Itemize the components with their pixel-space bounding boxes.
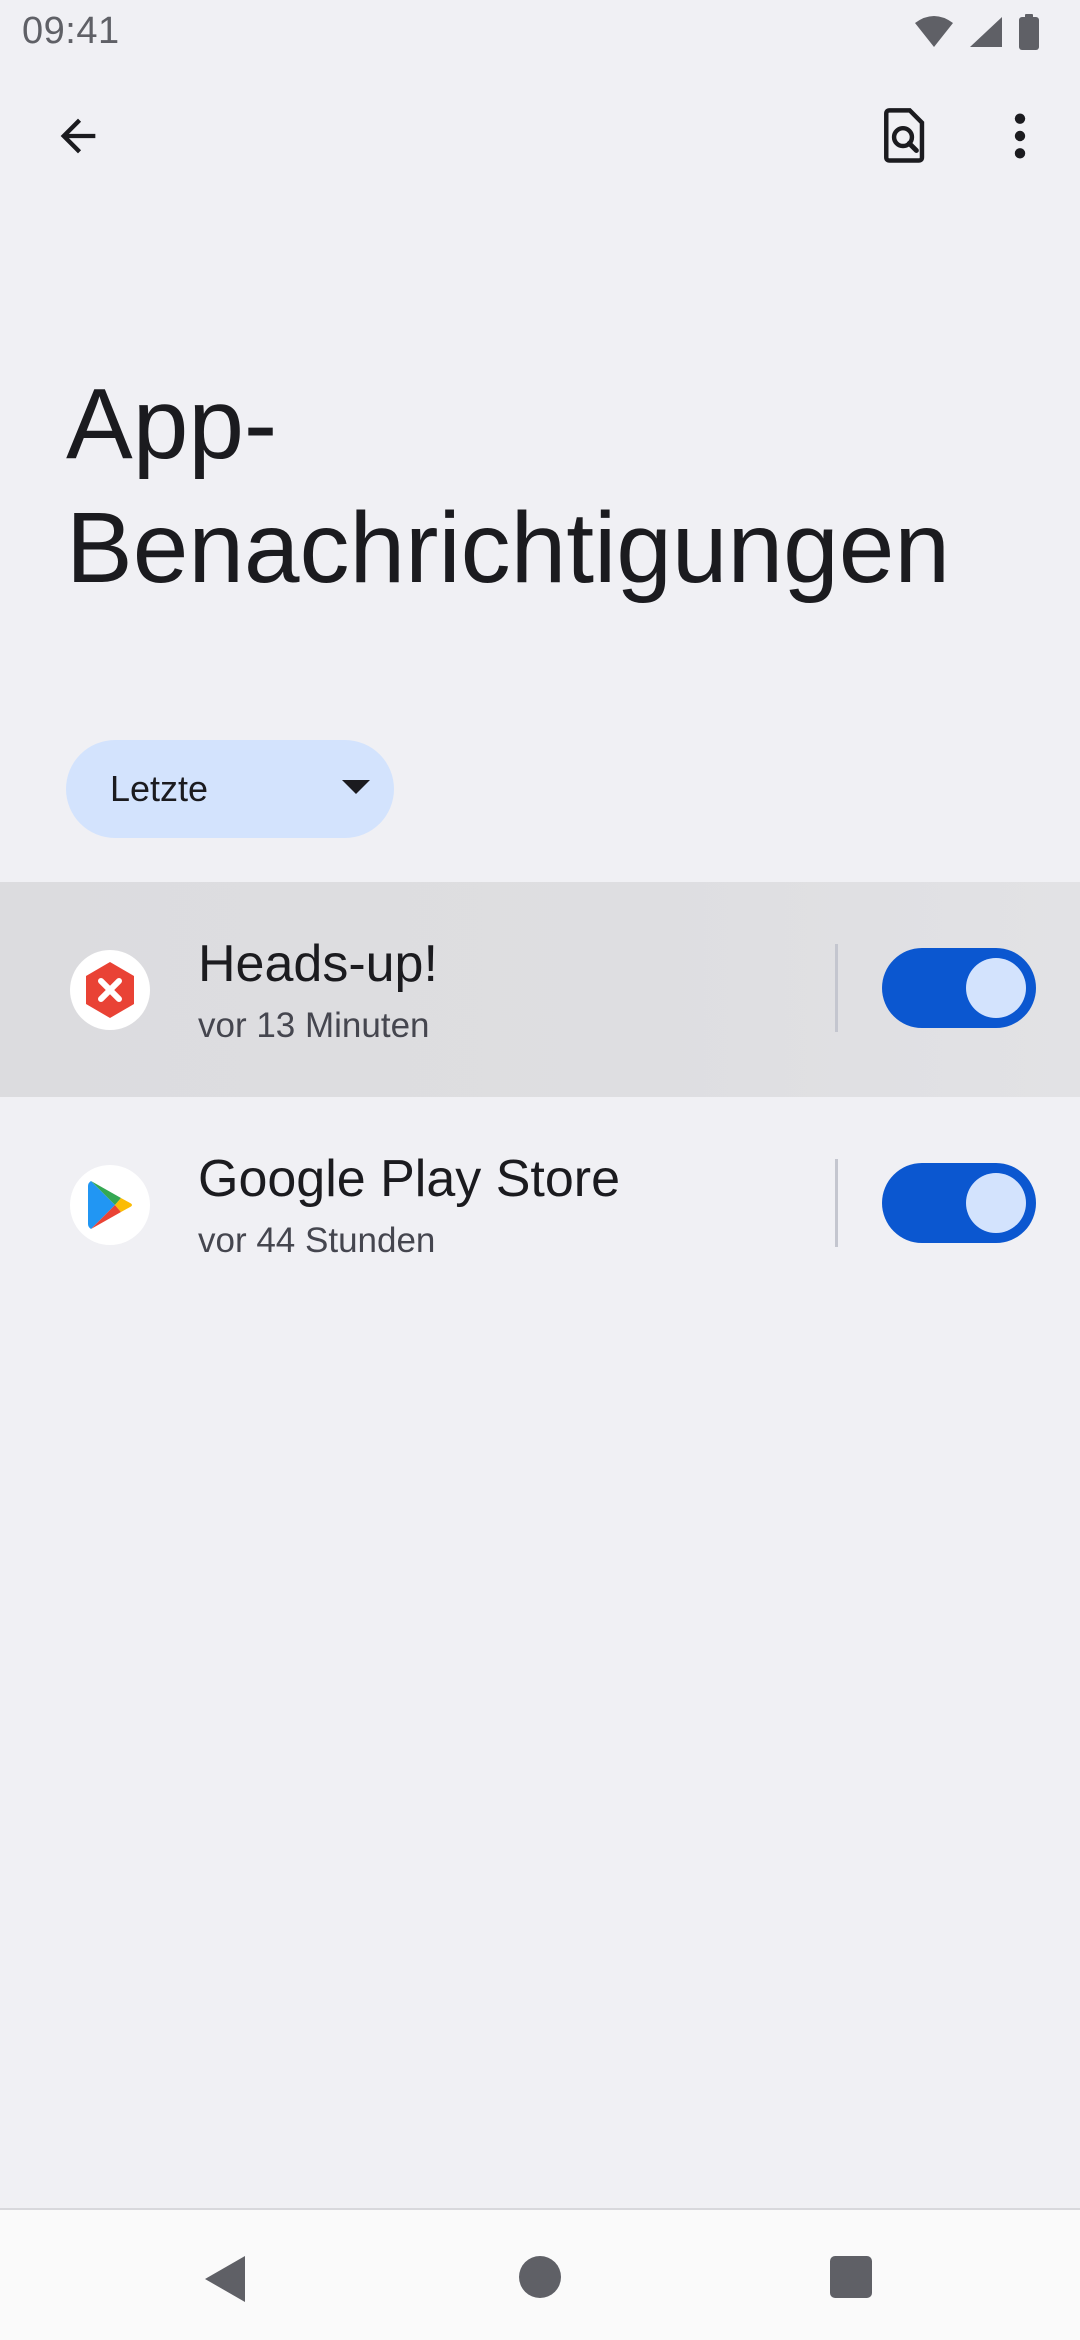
app-name: Heads-up! [198,935,438,993]
wifi-icon [914,15,954,54]
cellular-signal-icon [968,15,1004,54]
dropdown-caret-icon [342,780,370,794]
navigation-bar [0,2208,1080,2340]
filter-dropdown[interactable]: Letzte [66,740,394,838]
nav-recents-icon[interactable] [830,2256,872,2298]
row-divider [835,944,838,1032]
screen: 09:41 App-Benachrichtigungen Letzte Head… [0,0,1080,2340]
more-button[interactable] [972,90,1068,186]
arrow-back-icon [52,110,104,167]
notification-toggle-heads-up[interactable] [882,948,1036,1028]
app-bar [0,90,1080,195]
status-bar: 09:41 [0,0,1080,66]
nav-back-icon[interactable] [205,2256,245,2302]
row-divider [835,1159,838,1247]
app-row-heads-up[interactable]: Heads-up! vor 13 Minuten [0,882,1080,1097]
back-button[interactable] [30,90,126,186]
app-last-notification-time: vor 13 Minuten [198,1006,430,1045]
notification-toggle-google-play-store[interactable] [882,1163,1036,1243]
more-vert-icon [1010,110,1030,167]
google-play-icon [70,1165,150,1245]
app-row-google-play-store[interactable]: Google Play Store vor 44 Stunden [0,1097,1080,1312]
search-settings-icon [876,107,930,170]
heads-up-app-icon [70,950,150,1030]
toggle-thumb [966,1173,1026,1233]
toggle-thumb [966,958,1026,1018]
app-last-notification-time: vor 44 Stunden [198,1221,436,1260]
filter-selected-label: Letzte [110,768,209,809]
nav-home-icon[interactable] [519,2256,561,2298]
status-time: 09:41 [22,10,120,52]
status-icons [914,14,1040,55]
app-name: Google Play Store [198,1150,621,1208]
search-settings-button[interactable] [855,90,951,186]
battery-icon [1018,14,1040,55]
page-title: App-Benachrichtigungen [66,368,950,604]
